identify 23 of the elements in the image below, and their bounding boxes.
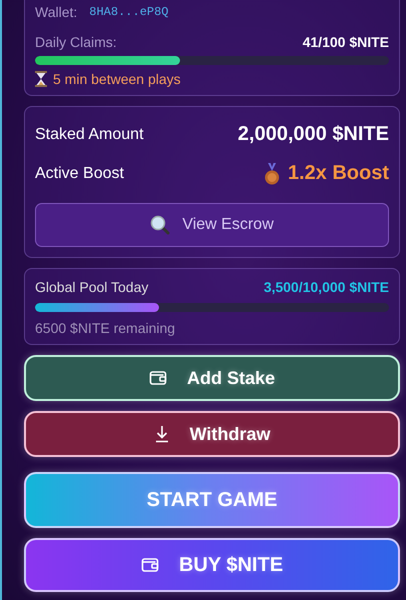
download-icon [154,425,170,443]
start-button[interactable]: START GAME [24,472,400,528]
wallet-address: 8HA8...eP8Q [89,5,168,19]
claims-label: Daily Claims: [35,34,117,50]
wallet-icon [140,557,159,573]
medal-icon [264,162,280,184]
stake-button[interactable]: Add Stake [24,355,400,401]
pool-label: Global Pool Today [35,279,148,295]
cooldown-text: 5 min between plays [53,71,181,87]
wallet-icon [148,370,167,386]
hourglass-icon [35,71,47,87]
boost-value: 1.2x Boost [288,162,389,185]
view-escrow-button[interactable]: View Escrow [35,203,389,247]
magnifier-icon [150,215,170,235]
remaining-text: 6500 $NITE remaining [35,320,176,336]
buy-button[interactable]: BUY $NITE [24,538,400,592]
claims-value: 41/100 $NITE [302,34,389,50]
staked-label: Staked Amount [35,126,144,144]
boost-label: Active Boost [35,164,124,182]
staked-value: 2,000,000 $NITE [238,123,389,146]
pool-value: 3,500/10,000 $NITE [264,279,389,295]
wallet-label: Wallet: [35,4,78,20]
withdraw-button[interactable]: Withdraw [24,411,400,457]
